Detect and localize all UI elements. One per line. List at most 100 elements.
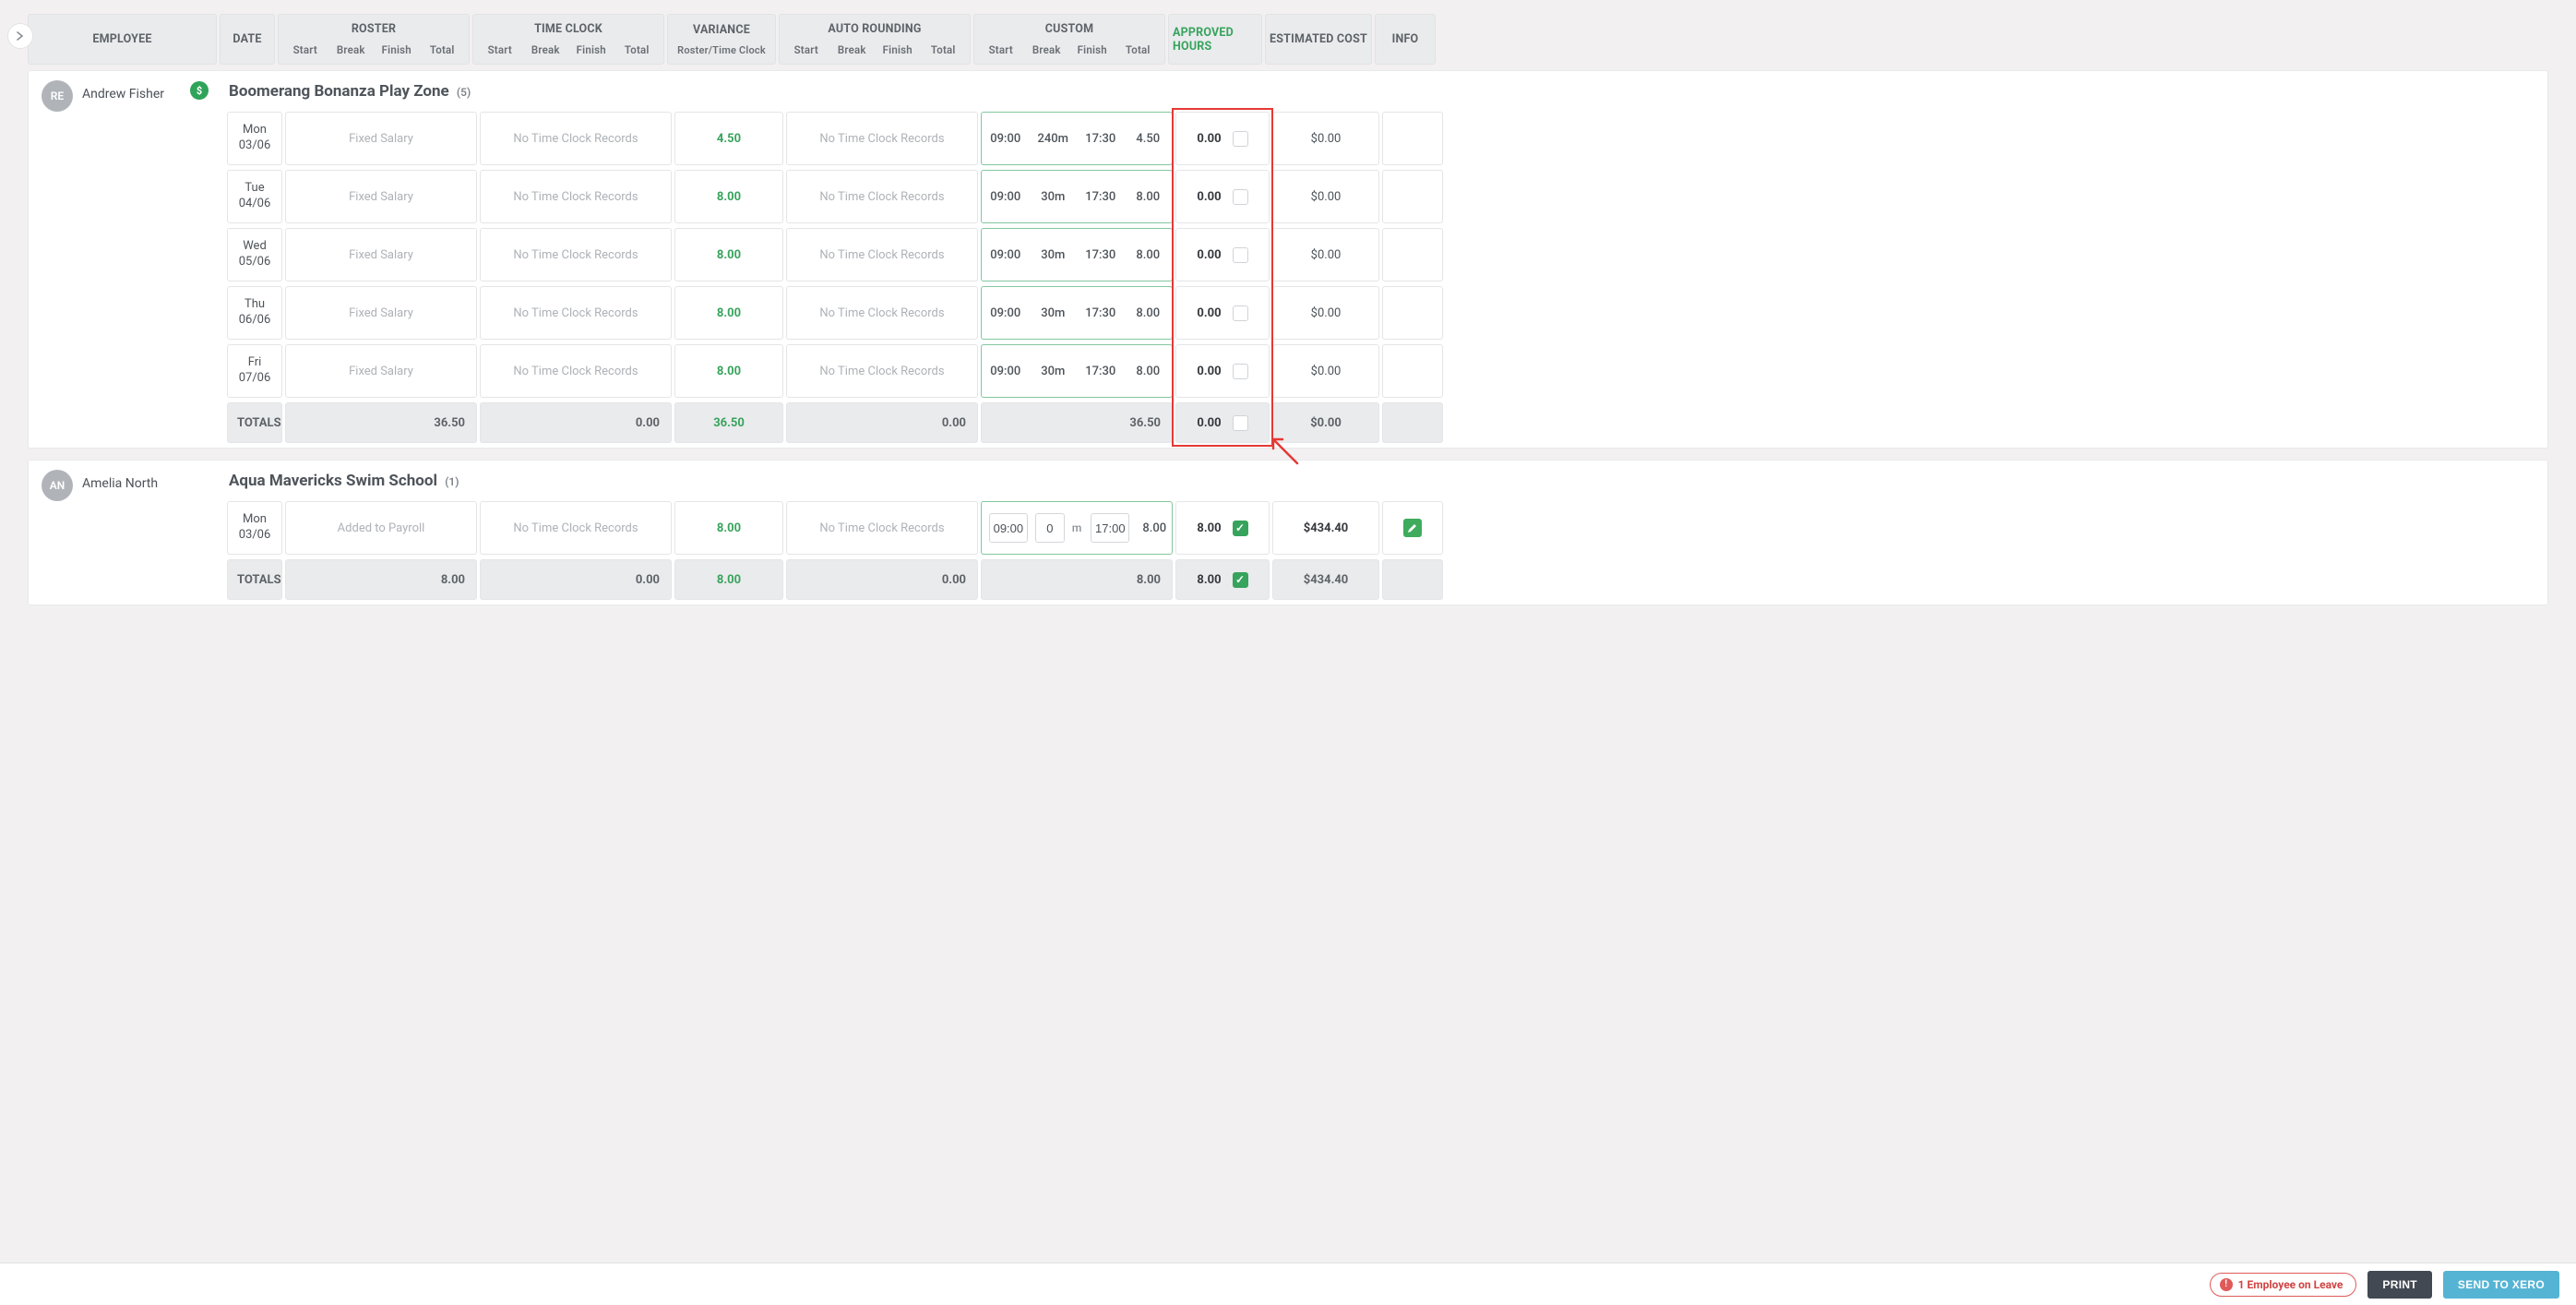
timeclock-cell: No Time Clock Records <box>480 112 672 165</box>
expand-handle[interactable] <box>7 23 33 49</box>
day-label: Thu <box>244 297 265 313</box>
totals-approve-checkbox[interactable] <box>1233 415 1248 431</box>
custom-cell[interactable]: 09:0030m17:308.00 <box>981 344 1173 398</box>
custom-finish-input[interactable] <box>1091 513 1129 543</box>
day-label: Fri <box>248 355 262 371</box>
date-cell[interactable]: Thu06/06 <box>227 286 282 340</box>
info-cell[interactable] <box>1382 170 1443 223</box>
edit-icon[interactable] <box>1403 519 1422 537</box>
approved-cell: 0.00 <box>1175 112 1270 165</box>
custom-start-input[interactable] <box>989 513 1028 543</box>
totals-cost: $434.40 <box>1272 559 1379 600</box>
variance-cell: 8.00 <box>674 344 783 398</box>
totals-row: TOTALS8.000.008.000.008.008.00$434.40 <box>227 559 2547 600</box>
totals-auto: 0.00 <box>786 402 978 443</box>
date-cell[interactable]: Mon03/06 <box>227 501 282 555</box>
approve-checkbox[interactable] <box>1233 364 1248 379</box>
date-label: 04/06 <box>239 197 271 212</box>
date-cell[interactable]: Tue04/06 <box>227 170 282 223</box>
variance-cell: 8.00 <box>674 170 783 223</box>
send-xero-button[interactable]: SEND TO XERO <box>2443 1271 2559 1299</box>
custom-cell[interactable]: 09:0030m17:308.00 <box>981 228 1173 281</box>
header-roster-label: ROSTER <box>352 22 396 36</box>
cost-cell: $0.00 <box>1272 228 1379 281</box>
employee-body: Aqua Mavericks Swim School (1)Mon03/06Ad… <box>218 461 2547 605</box>
autorounding-cell: No Time Clock Records <box>786 112 978 165</box>
table-row: Thu06/06Fixed SalaryNo Time Clock Record… <box>227 286 2547 340</box>
approved-cell: 0.00 <box>1175 170 1270 223</box>
minutes-label: m <box>1072 521 1081 534</box>
approve-checkbox[interactable] <box>1233 247 1248 263</box>
totals-approved-value: 8.00 <box>1197 573 1221 587</box>
date-label: 06/06 <box>239 313 271 329</box>
info-cell[interactable] <box>1382 501 1443 555</box>
date-label: 03/06 <box>239 138 271 154</box>
totals-timeclock: 0.00 <box>480 559 672 600</box>
leave-alert[interactable]: ! 1 Employee on Leave <box>2210 1273 2357 1297</box>
totals-row: TOTALS36.500.0036.500.0036.500.00$0.00 <box>227 402 2547 443</box>
custom-cell[interactable]: 09:00240m17:304.50 <box>981 112 1173 165</box>
roster-cell: Added to Payroll <box>285 501 477 555</box>
employee-side: REAndrew Fisher$ <box>29 71 218 448</box>
date-label: 03/06 <box>239 528 271 544</box>
day-label: Wed <box>243 239 267 255</box>
roster-cell: Fixed Salary <box>285 286 477 340</box>
totals-approved: 0.00 <box>1175 402 1270 443</box>
approve-checkbox[interactable] <box>1233 521 1248 536</box>
location-title: Boomerang Bonanza Play Zone (5) <box>227 80 2547 112</box>
totals-label: TOTALS <box>227 402 282 443</box>
header-custom-subs: StartBreakFinishTotal <box>978 43 1161 56</box>
info-cell[interactable] <box>1382 344 1443 398</box>
totals-timeclock: 0.00 <box>480 402 672 443</box>
autorounding-cell: No Time Clock Records <box>786 170 978 223</box>
timeclock-cell: No Time Clock Records <box>480 286 672 340</box>
variance-cell: 4.50 <box>674 112 783 165</box>
roster-cell: Fixed Salary <box>285 344 477 398</box>
custom-cell[interactable]: 09:0030m17:308.00 <box>981 170 1173 223</box>
totals-roster: 36.50 <box>285 402 477 443</box>
header-row: EMPLOYEE DATE ROSTER StartBreakFinishTot… <box>28 14 2548 65</box>
custom-values: 09:0030m17:308.00 <box>982 248 1172 262</box>
totals-roster: 8.00 <box>285 559 477 600</box>
approve-checkbox[interactable] <box>1233 131 1248 147</box>
autorounding-cell: No Time Clock Records <box>786 344 978 398</box>
approved-cell: 8.00 <box>1175 501 1270 555</box>
totals-custom: 36.50 <box>981 402 1173 443</box>
table-row: Mon03/06Fixed SalaryNo Time Clock Record… <box>227 112 2547 165</box>
approve-checkbox[interactable] <box>1233 189 1248 205</box>
info-cell[interactable] <box>1382 112 1443 165</box>
date-cell[interactable]: Wed05/06 <box>227 228 282 281</box>
totals-custom: 8.00 <box>981 559 1173 600</box>
date-cell[interactable]: Fri07/06 <box>227 344 282 398</box>
approve-checkbox[interactable] <box>1233 305 1248 321</box>
timeclock-cell: No Time Clock Records <box>480 344 672 398</box>
timeclock-cell: No Time Clock Records <box>480 228 672 281</box>
approved-cell: 0.00 <box>1175 228 1270 281</box>
alert-icon: ! <box>2220 1278 2233 1291</box>
employee-group: ANAmelia NorthAqua Mavericks Swim School… <box>28 460 2548 605</box>
cost-cell: $0.00 <box>1272 112 1379 165</box>
custom-cell[interactable]: 09:0030m17:308.00 <box>981 286 1173 340</box>
approved-cell: 0.00 <box>1175 344 1270 398</box>
date-cell[interactable]: Mon03/06 <box>227 112 282 165</box>
custom-cell[interactable]: m8.00 <box>981 501 1173 555</box>
table-row: Fri07/06Fixed SalaryNo Time Clock Record… <box>227 344 2547 398</box>
header-variance: VARIANCE Roster/Time Clock <box>667 14 776 65</box>
info-cell[interactable] <box>1382 228 1443 281</box>
header-autorounding-subs: StartBreakFinishTotal <box>783 43 966 56</box>
approved-value: 0.00 <box>1197 306 1221 320</box>
footer-bar: ! 1 Employee on Leave PRINT SEND TO XERO <box>0 1263 2576 1305</box>
custom-values: 09:0030m17:308.00 <box>982 190 1172 204</box>
autorounding-cell: No Time Clock Records <box>786 286 978 340</box>
approved-cell: 0.00 <box>1175 286 1270 340</box>
totals-approved-value: 0.00 <box>1197 416 1221 430</box>
cost-cell: $0.00 <box>1272 286 1379 340</box>
info-cell[interactable] <box>1382 286 1443 340</box>
print-button[interactable]: PRINT <box>2367 1271 2432 1299</box>
roster-cell: Fixed Salary <box>285 228 477 281</box>
custom-break-input[interactable] <box>1035 513 1065 543</box>
totals-approve-checkbox[interactable] <box>1233 572 1248 588</box>
employee-name: Amelia North <box>82 470 158 491</box>
header-autorounding-label: AUTO ROUNDING <box>828 22 921 36</box>
roster-cell: Fixed Salary <box>285 112 477 165</box>
